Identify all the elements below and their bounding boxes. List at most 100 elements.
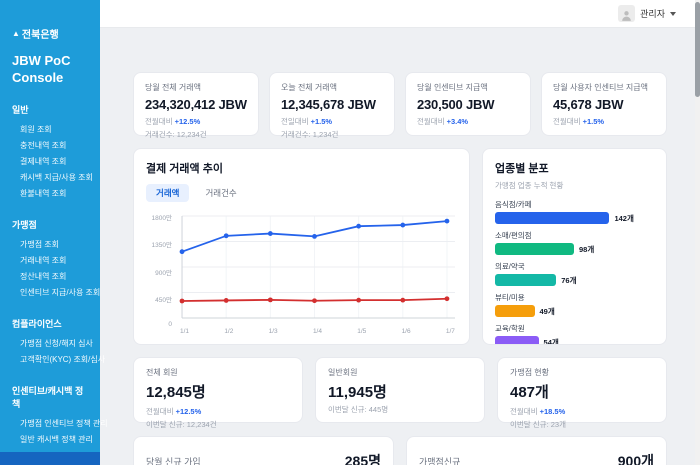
sidebar-item-payment-history[interactable]: 결제내역 조회 (12, 154, 90, 170)
chart-legend: 일반 결제 가맹점간 결제 (146, 344, 457, 345)
stat-label: 당월 전체 거래액 (145, 82, 247, 93)
stat-label: 오늘 전체 거래액 (281, 82, 383, 93)
sidebar-item-kyc-review[interactable]: 고객확인(KYC) 조회/심사 (12, 352, 90, 368)
summary-label: 전체 회원 (146, 367, 290, 378)
sidebar-item-merchant-review[interactable]: 가맹점 신청/해지 심사 (12, 336, 90, 352)
footer-row: 당월 신규 가입 285명 이번달 신규: 23명 가맹점신규 900개 이번달… (133, 436, 667, 465)
sidebar-item-merchant-incentive-policy[interactable]: 가맹점 인센티브 정책 관리 (12, 416, 90, 432)
sidebar-item-transaction-history[interactable]: 거래내역 조회 (12, 253, 90, 269)
sidebar: ▲ 전북은행 JBW PoC Console 일반 회원 조회 충전내역 조회 … (0, 0, 100, 465)
bank-name: 전북은행 (22, 26, 59, 41)
nav-section-general: 일반 회원 조회 충전내역 조회 결제내역 조회 캐시백 지급/사용 조회 환불… (12, 103, 90, 202)
summary-value: 12,845명 (146, 381, 290, 402)
sidebar-item-cashback-lookup[interactable]: 캐시백 지급/사용 조회 (12, 170, 90, 186)
page-scrollbar (695, 0, 700, 465)
stat-delta-row: 전월대비+12.5% (145, 116, 247, 127)
industry-bar-fill (495, 274, 556, 286)
stat-card-user-incentive: 당월 사용자 인센티브 지급액 45,678 JBW 전월대비+1.5% (541, 72, 667, 136)
summary-delta-row: 전월대비+18.5% (510, 406, 654, 417)
stat-card-monthly-total: 당월 전체 거래액 234,320,412 JBW 전월대비+12.5% 거래건… (133, 72, 259, 136)
bank-logo: ▲ 전북은행 (12, 26, 90, 41)
stat-card-monthly-incentive: 당월 인센티브 지급액 230,500 JBW 전월대비+3.4% (405, 72, 531, 136)
sidebar-footer (0, 452, 100, 465)
legend-item-normal: 일반 결제 (243, 344, 286, 345)
summary-card-merchants: 가맹점 현황 487개 전월대비+18.5% 이번달 신규: 23개 (497, 357, 667, 423)
summary-label: 가맹점 현황 (510, 367, 654, 378)
delta-badge: +3.4% (447, 117, 468, 126)
stat-sub: 거래건수: 1,234건 (281, 129, 383, 140)
delta-badge: +1.5% (311, 117, 332, 126)
chevron-down-icon (670, 12, 676, 16)
sidebar-item-refund-history[interactable]: 환불내역 조회 (12, 186, 90, 202)
industry-bar-chart: 음식점/카페 142개 소매/편의점 98개 의료/약국 76개 뷰티/미용 4… (495, 199, 654, 345)
summary-sub: 이번달 신규: 445명 (328, 404, 472, 415)
footer-label: 가맹점신규 (419, 447, 460, 465)
chart-tabs: 거래액 거래건수 (146, 184, 457, 202)
summary-card-normal-members: 일반회원 11,945명 이번달 신규: 445명 (315, 357, 485, 423)
footer-value: 285명 (325, 451, 381, 465)
stat-card-row: 당월 전체 거래액 234,320,412 JBW 전월대비+12.5% 거래건… (133, 72, 667, 136)
industry-subtitle: 가맹점 업종 누적 현황 (495, 180, 654, 191)
bank-logo-icon: ▲ (12, 29, 20, 38)
delta-badge: +18.5% (540, 407, 566, 416)
stat-card-today-total: 오늘 전체 거래액 12,345,678 JBW 전일대비+1.5% 거래건수:… (269, 72, 395, 136)
nav-section-title: 컴플라이언스 (12, 317, 90, 330)
main-content: 당월 전체 거래액 234,320,412 JBW 전월대비+12.5% 거래건… (100, 28, 695, 465)
industry-title: 업종별 분포 (495, 160, 654, 176)
industry-bar-row: 교육/학원 54개 (495, 323, 654, 345)
stat-value: 230,500 JBW (417, 97, 519, 112)
line-chart-svg (176, 210, 457, 326)
delta-badge: +12.5% (175, 117, 201, 126)
summary-sub: 이번달 신규: 23개 (510, 419, 654, 430)
sidebar-item-cashback-policy[interactable]: 일반 캐시백 정책 관리 (12, 432, 90, 448)
industry-bar-row: 소매/편의점 98개 (495, 230, 654, 255)
industry-bar-fill (495, 305, 535, 317)
summary-sub: 이번달 신규: 12,234건 (146, 419, 290, 430)
nav-section-title: 일반 (12, 103, 90, 116)
scrollbar-thumb[interactable] (695, 2, 700, 97)
summary-card-total-members: 전체 회원 12,845명 전월대비+12.5% 이번달 신규: 12,234건 (133, 357, 303, 423)
sidebar-item-charge-history[interactable]: 충전내역 조회 (12, 138, 90, 154)
stat-label: 당월 인센티브 지급액 (417, 82, 519, 93)
nav-section-policy: 인센티브/캐시백 정책 가맹점 인센티브 정책 관리 일반 캐시백 정책 관리 (12, 384, 90, 448)
stat-delta-row: 전일대비+1.5% (281, 116, 383, 127)
topbar: 관리자 (100, 0, 700, 28)
industry-bar-row: 음식점/카페 142개 (495, 199, 654, 224)
industry-distribution-card: 업종별 분포 가맹점 업종 누적 현황 음식점/카페 142개 소매/편의점 9… (482, 148, 667, 345)
industry-bar-fill (495, 243, 574, 255)
stat-value: 234,320,412 JBW (145, 97, 247, 112)
stat-delta-row: 전월대비+1.5% (553, 116, 655, 127)
user-avatar-icon (618, 5, 635, 22)
summary-label: 일반회원 (328, 367, 472, 378)
delta-badge: +12.5% (176, 407, 202, 416)
legend-item-merchant: 가맹점간 결제 (302, 344, 359, 345)
chart-title: 결제 거래액 추이 (146, 160, 457, 176)
line-chart: 1800만 1350만 900만 450만 0 (146, 210, 457, 326)
nav-section-title: 인센티브/캐시백 정책 (12, 384, 90, 410)
summary-value: 487개 (510, 381, 654, 402)
footer-value: 900개 (598, 451, 654, 465)
industry-bar-fill (495, 336, 539, 345)
stat-label: 당월 사용자 인센티브 지급액 (553, 82, 655, 93)
payment-trend-card: 결제 거래액 추이 거래액 거래건수 1800만 1350만 900만 450만… (133, 148, 470, 345)
summary-row: 전체 회원 12,845명 전월대비+12.5% 이번달 신규: 12,234건… (133, 357, 667, 423)
sidebar-item-incentive-lookup[interactable]: 인센티브 지급/사용 조회 (12, 285, 90, 301)
sidebar-item-settlement-history[interactable]: 정산내역 조회 (12, 269, 90, 285)
sidebar-item-member-lookup[interactable]: 회원 조회 (12, 122, 90, 138)
stat-value: 12,345,678 JBW (281, 97, 383, 112)
tab-count[interactable]: 거래건수 (195, 184, 246, 202)
stat-delta-row: 전월대비+3.4% (417, 116, 519, 127)
nav-section-title: 가맹점 (12, 218, 90, 231)
stat-value: 45,678 JBW (553, 97, 655, 112)
sidebar-item-merchant-lookup[interactable]: 가맹점 조회 (12, 237, 90, 253)
user-name: 관리자 (640, 7, 665, 20)
industry-bar-row: 뷰티/미용 49개 (495, 292, 654, 317)
console-title: JBW PoC Console (12, 53, 82, 87)
footer-card-new-merchants: 가맹점신규 900개 이번달 신규: 23개 (406, 436, 667, 465)
industry-bar-row: 의료/약국 76개 (495, 261, 654, 286)
user-menu[interactable]: 관리자 (618, 5, 676, 22)
stat-sub: 거래건수: 12,234건 (145, 129, 247, 140)
footer-label: 당월 신규 가입 (146, 447, 201, 465)
tab-amount[interactable]: 거래액 (146, 184, 189, 202)
nav-section-merchant: 가맹점 가맹점 조회 거래내역 조회 정산내역 조회 인센티브 지급/사용 조회 (12, 218, 90, 301)
